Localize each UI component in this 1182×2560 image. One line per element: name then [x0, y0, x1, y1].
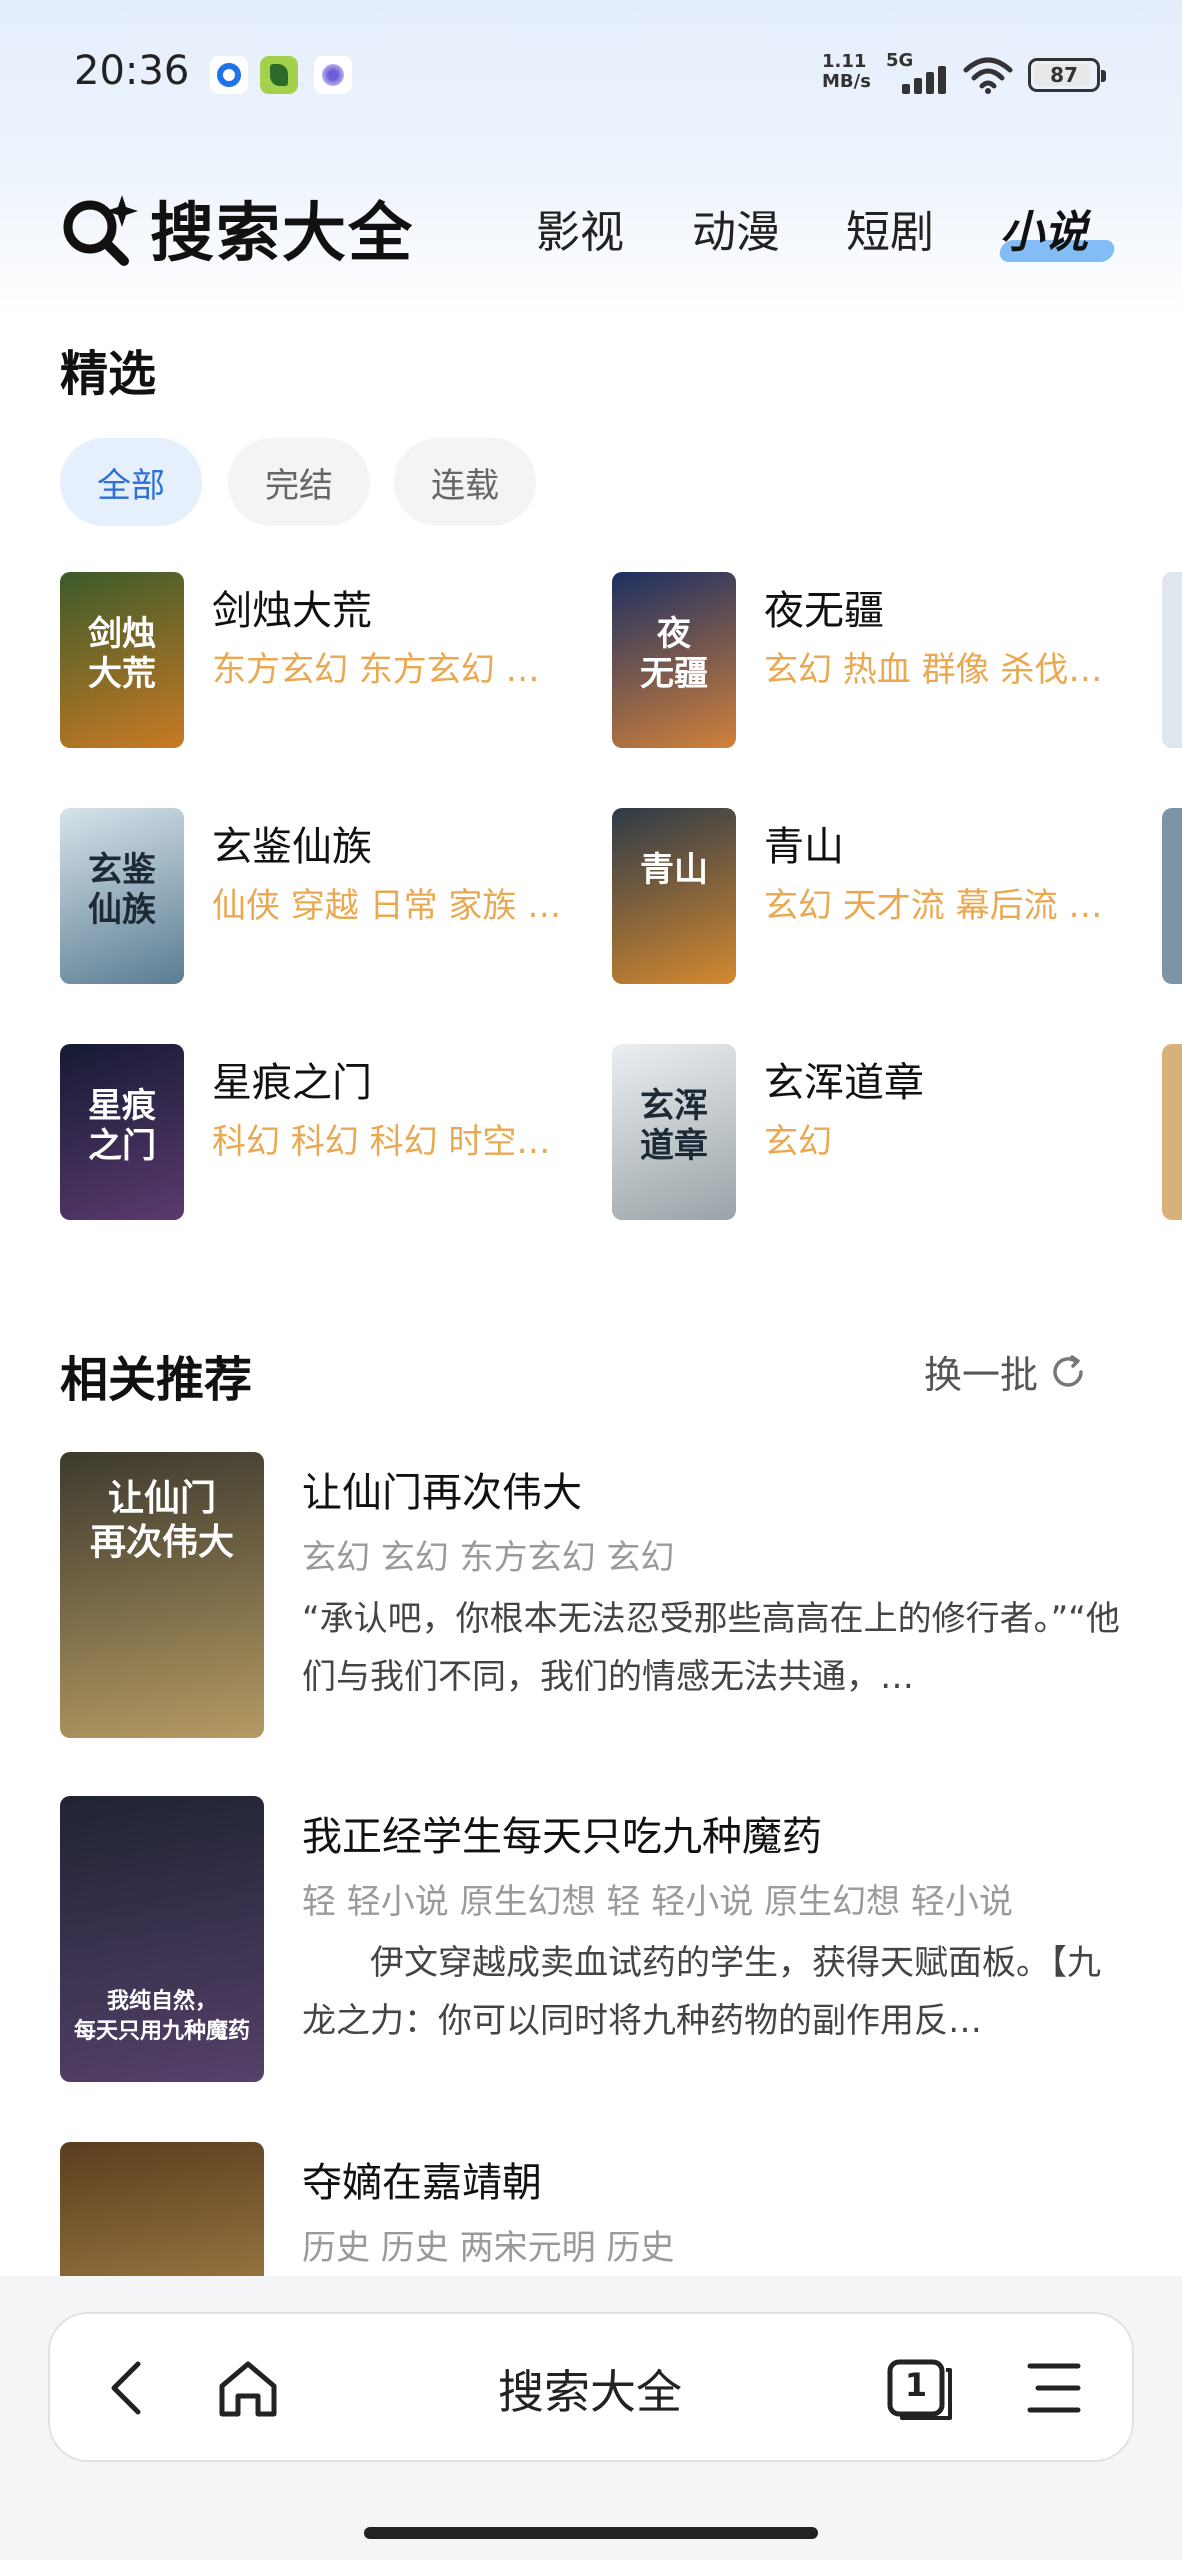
book-tags: 仙侠 穿越 日常 家族 … — [212, 886, 562, 926]
book-cover: 让仙门 再次伟大 — [60, 1452, 264, 1738]
menu-icon[interactable] — [1018, 2352, 1090, 2424]
refresh-icon — [1053, 1354, 1083, 1387]
cover-title: 星痕 之门 — [88, 1086, 156, 1166]
book-cover: 玄鉴 仙族 — [60, 808, 184, 984]
book-tags: 玄幻 — [764, 1122, 832, 1162]
book-tags: 历史 历史 两宋元明 历史 — [302, 2228, 675, 2268]
wifi-icon — [963, 57, 1013, 94]
cover-title: 让仙门 再次伟大 — [89, 1477, 234, 1563]
book-cover: 青山 — [612, 808, 736, 984]
book-description: “承认吧，你根本无法忍受那些高高在上的修行者。”“他们与我们不同，我们的情感无法… — [302, 1599, 1120, 1697]
book-title: 剑烛大荒 — [212, 588, 372, 634]
status-time: 20:36 — [74, 48, 190, 94]
book-title: 让仙门再次伟大 — [302, 1470, 582, 1516]
book-cover: 玄浑 道章 — [612, 1044, 736, 1220]
tab-count: 1 — [904, 2366, 928, 2404]
book-title: 玄浑道章 — [764, 1060, 924, 1106]
book-title: 夺嫡在嘉靖朝 — [302, 2160, 542, 2206]
book-tags: 玄幻 热血 群像 杀伐… — [764, 650, 1103, 690]
book-title: 夜无疆 — [764, 588, 884, 634]
cover-title: 我纯自然， 每天只用九种魔药 — [73, 1988, 250, 2044]
signal-icon — [886, 60, 952, 94]
status-bar: 20:36 1.11 MB/s 5G 87 — [0, 0, 1182, 150]
cover-title: 夜 无疆 — [640, 614, 708, 694]
network-speed: 1.11 MB/s — [822, 51, 871, 92]
home-icon[interactable] — [212, 2352, 284, 2424]
tab-movies[interactable]: 影视 — [536, 196, 624, 260]
tab-anime[interactable]: 动漫 — [692, 196, 780, 260]
cover-title: 玄鉴 仙族 — [88, 850, 156, 930]
book-title: 玄鉴仙族 — [212, 824, 372, 870]
tab-short-drama[interactable]: 短剧 — [846, 196, 934, 260]
book-cover: 星痕 之门 — [60, 1044, 184, 1220]
back-icon[interactable] — [92, 2352, 164, 2424]
notification-app-icon — [210, 56, 248, 94]
book-description: 伊文穿越成卖血试药的学生，获得天赋面板。【九龙之力：你可以同时将九种药物的副作用… — [302, 1943, 1101, 2041]
featured-book-item[interactable]: 夜 无疆 夜无疆玄幻 热血 群像 杀伐… — [612, 572, 1152, 750]
featured-section-title: 精选 — [60, 346, 157, 402]
cover-title: 剑烛 大荒 — [88, 614, 156, 694]
book-title: 青山 — [764, 824, 844, 870]
home-indicator — [364, 2527, 818, 2539]
battery-icon: 87 — [1028, 58, 1106, 92]
featured-book-item[interactable]: 星痕 之门 星痕之门科幻 科幻 科幻 时空… — [60, 1044, 600, 1222]
filter-completed[interactable]: 完结 — [228, 438, 370, 526]
filter-ongoing[interactable]: 连载 — [394, 438, 536, 526]
book-title: 星痕之门 — [212, 1060, 372, 1106]
cover-title: 青山 — [640, 850, 708, 890]
featured-book-item[interactable]: 青山 青山 玄幻 天才流 幕后流 … — [612, 808, 1152, 986]
book-cover: 我纯自然， 每天只用九种魔药 — [60, 1796, 264, 2082]
notification-app-icon — [314, 56, 352, 94]
book-tags: 玄幻 玄幻 东方玄幻 玄幻 — [302, 1538, 675, 1578]
recommend-section-title: 相关推荐 — [60, 1352, 253, 1408]
next-page-book-cover[interactable] — [1162, 1044, 1182, 1220]
next-page-book-cover[interactable] — [1162, 572, 1182, 748]
book-tags: 轻 轻小说 原生幻想 轻 轻小说 原生幻想 轻小说 — [302, 1882, 1013, 1922]
toolbar-title[interactable]: 搜索大全 — [420, 2356, 760, 2422]
search-sparkle-icon — [63, 195, 138, 266]
book-cover: 夜 无疆 — [612, 572, 736, 748]
recommend-book-item[interactable]: 让仙门 再次伟大 让仙门再次伟大玄幻 玄幻 东方玄幻 玄幻 “承认吧，你根本无法忍受… — [60, 1452, 1122, 1740]
featured-book-item[interactable]: 剑烛 大荒 剑烛大荒东方玄幻 东方玄幻 … — [60, 572, 600, 750]
app-title: 搜索大全 — [150, 197, 414, 271]
tab-novel[interactable]: 小说 — [1000, 196, 1088, 260]
book-tags: 东方玄幻 东方玄幻 … — [212, 650, 540, 690]
book-tags: 科幻 科幻 科幻 时空… — [212, 1122, 551, 1162]
next-page-book-cover[interactable] — [1162, 808, 1182, 984]
recommend-book-item[interactable]: 我纯自然， 每天只用九种魔药 我正经学生每天只吃九种魔药轻 轻小说 原生幻想 轻 … — [60, 1796, 1122, 2084]
notification-app-icon — [260, 56, 298, 94]
book-cover: 剑烛 大荒 — [60, 572, 184, 748]
refresh-button[interactable]: 换一批 — [924, 1344, 1088, 1399]
featured-book-item[interactable]: 玄鉴 仙族 玄鉴仙族仙侠 穿越 日常 家族 … — [60, 808, 600, 986]
filter-all[interactable]: 全部 — [60, 438, 202, 526]
featured-book-item[interactable]: 玄浑 道章 玄浑道章玄幻 — [612, 1044, 1152, 1222]
cover-title: 玄浑 道章 — [640, 1086, 708, 1166]
book-tags: 玄幻 天才流 幕后流 … — [764, 886, 1103, 926]
tabs-button[interactable]: 1 — [884, 2352, 956, 2424]
app-logo: 搜索大全 — [60, 188, 414, 271]
book-title: 我正经学生每天只吃九种魔药 — [302, 1814, 822, 1860]
